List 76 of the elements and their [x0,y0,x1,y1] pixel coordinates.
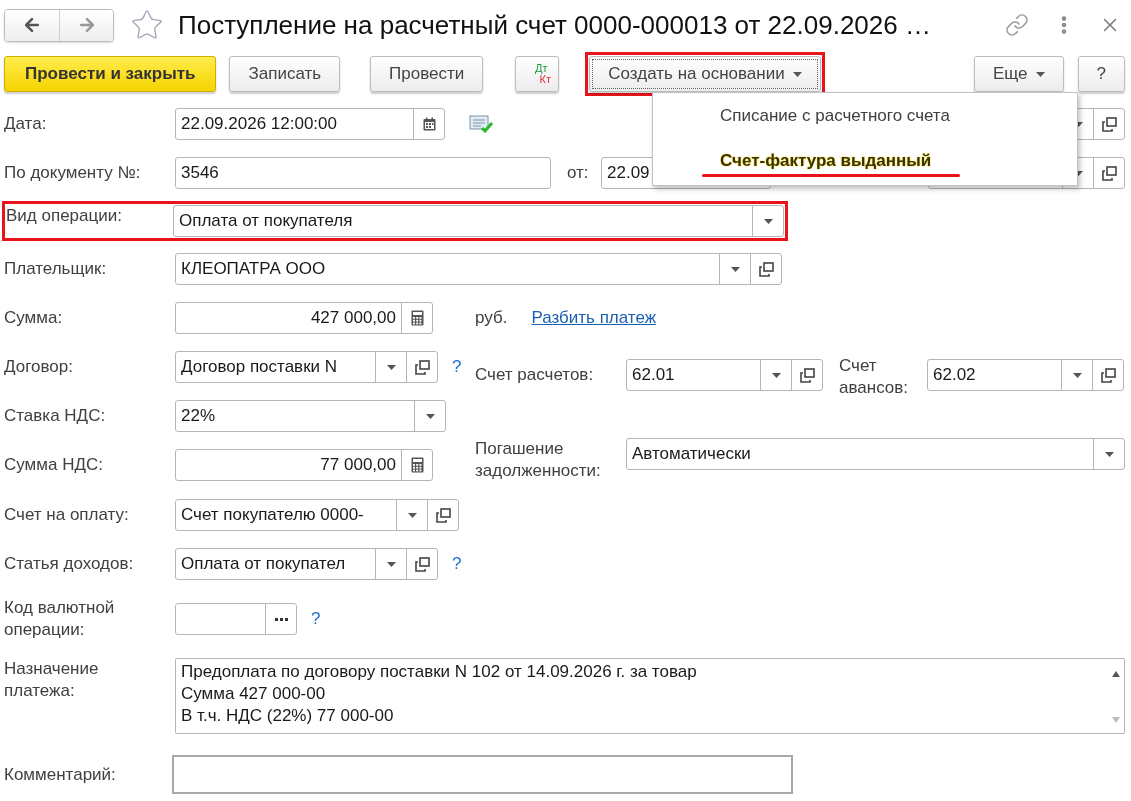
field-label: Погашение задолженности: [475,438,602,482]
caret-icon [425,413,435,419]
link-icon[interactable] [1005,13,1029,37]
back-button[interactable] [5,9,59,41]
field-label: Плательщик: [4,258,108,280]
select-field[interactable] [175,603,297,635]
open-window-icon [1101,165,1117,181]
select-field[interactable]: 62.02 [927,359,1124,391]
field-label: По документу №: [4,162,142,184]
help-link[interactable]: ? [311,609,321,629]
menu-item[interactable]: Списание с расчетного счета [653,93,1077,138]
field-label: Код валютной операции: [4,597,116,641]
select-field[interactable]: Счет покупателю 0000- [175,499,459,531]
field-label: Счет авансов: [838,355,910,399]
scroll-up-icon[interactable] [1112,671,1120,677]
field-label: Комментарий: [4,763,117,786]
field-label: Счет расчетов: [475,364,595,386]
currency-label: руб. [475,308,508,328]
field-label: Статья доходов: [4,553,135,575]
open-window-icon [435,507,451,523]
toolbar-button[interactable]: Записать [229,56,341,92]
select-field[interactable]: Договор поставки N [175,351,438,383]
select-field[interactable]: Оплата от покупател [175,548,438,580]
amount-field[interactable]: 77 000,00 [175,449,433,481]
caret-icon [792,71,802,77]
caret-icon [730,266,740,272]
open-window-icon [1101,116,1117,132]
favorite-star-icon[interactable] [130,8,164,42]
field-label: от: [567,163,590,183]
caret-icon [407,512,417,518]
open-window-icon [758,261,774,277]
field-label: Вид операции: [6,205,123,227]
select-field[interactable]: 22% [175,400,446,432]
calculator-icon [410,310,424,326]
menu-button[interactable]: Создать на основании [589,56,821,92]
amount-field[interactable]: 427 000,00 [175,302,433,334]
select-field[interactable]: Автоматически [626,438,1125,470]
menu-item[interactable]: Счет-фактура выданный [653,138,1077,183]
caret-icon [386,561,396,567]
debit-credit-button[interactable]: Дт Кт [515,56,560,92]
menu-button[interactable]: Еще [973,56,1064,92]
date-field[interactable]: 22.09.2026 12:00:00 [175,108,445,140]
caret-icon [1072,372,1082,378]
open-window-icon [414,556,430,572]
select-field[interactable]: КЛЕОПАТРА ООО [175,253,782,285]
caret-icon [763,218,773,224]
select-field[interactable]: Оплата от покупателя [173,205,784,237]
field-label: Ставка НДС: [4,405,107,427]
field-label: Назначение платежа: [4,658,100,702]
text-area[interactable]: Предоплата по договору поставки N 102 от 14.09.2026 г. за товар Сумма 427 000-00 В т.ч. НДС (22%) 77 000-00 [175,658,1125,734]
open-window-icon [1100,367,1116,383]
input-field[interactable]: 3546 [175,157,551,189]
open-window-icon [799,367,815,383]
open-window-icon [414,359,430,375]
field-label: Счет на оплату: [4,504,130,526]
help-link[interactable]: ? [452,357,462,377]
select-field[interactable]: 62.01 [626,359,823,391]
calendar-icon [422,117,436,131]
field-label: Дата: [4,113,48,135]
comment-field[interactable] [172,755,793,794]
caret-icon [1035,71,1045,77]
field-label: Договор: [4,356,74,378]
ellipsis-icon [274,617,288,621]
window-title: Поступление на расчетный счет 0000-000013 от 22.09.2026 … [178,9,932,41]
split-payment-link[interactable]: Разбить платеж [531,308,657,328]
toolbar-button[interactable]: Провести [370,56,484,92]
field-label: Сумма НДС: [4,454,104,476]
calculator-icon [410,457,424,473]
caret-icon [771,372,781,378]
caret-icon [1104,451,1114,457]
toolbar-button[interactable]: ? [1077,56,1125,92]
document-check-icon [469,114,495,134]
caret-icon [386,364,396,370]
post-and-close-button[interactable]: Провести и закрыть [4,56,217,92]
field-label: Сумма: [4,307,64,329]
help-link[interactable]: ? [452,554,462,574]
